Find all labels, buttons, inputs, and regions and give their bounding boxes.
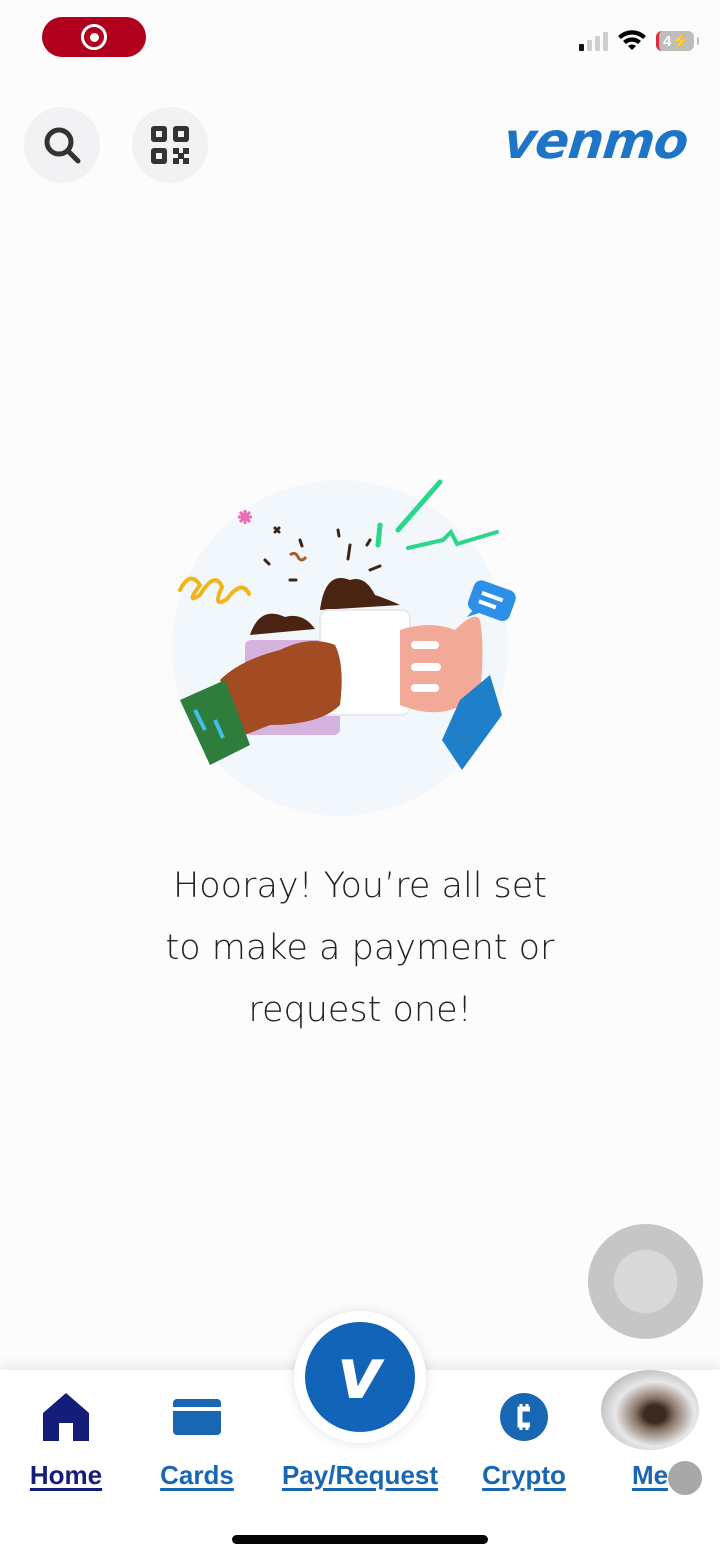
- search-icon: [44, 127, 81, 164]
- status-icons: 4 ⚡: [579, 30, 699, 52]
- battery-charging-icon: 4 ⚡: [656, 31, 699, 51]
- success-message: Hooray! You’re all set to make a payment…: [0, 855, 720, 1041]
- venmo-v-icon: v: [337, 1333, 383, 1415]
- nav-label-cards: Cards: [160, 1460, 234, 1490]
- screen-recording-icon: [81, 24, 107, 50]
- qr-code-button[interactable]: [132, 107, 208, 183]
- card-icon: [173, 1399, 221, 1435]
- charging-bolt-icon: ⚡: [671, 33, 691, 50]
- assistive-touch-button[interactable]: [588, 1224, 703, 1339]
- avatar: [601, 1370, 699, 1450]
- wifi-icon: [618, 30, 646, 50]
- nav-label-pay-request: Pay/Request: [281, 1460, 439, 1490]
- mugs-cheers-illustration: [172, 479, 516, 816]
- touch-indicator: [668, 1461, 702, 1495]
- message-line: request one!: [248, 990, 472, 1030]
- nav-item-home[interactable]: Home: [24, 1390, 108, 1491]
- home-indicator[interactable]: [232, 1535, 488, 1544]
- home-icon: [43, 1393, 89, 1441]
- venmo-logo: venmo: [501, 112, 692, 170]
- nav-item-cards[interactable]: Cards: [155, 1390, 239, 1491]
- message-line: to make a payment or: [165, 928, 555, 968]
- search-button[interactable]: [24, 107, 100, 183]
- nav-label-me: Me: [631, 1460, 669, 1490]
- battery-level: 4: [662, 32, 672, 50]
- nav-label-crypto: Crypto: [482, 1460, 566, 1490]
- nav-label-home: Home: [29, 1460, 103, 1490]
- pay-request-button[interactable]: v: [305, 1322, 415, 1432]
- screen-recording-indicator[interactable]: [42, 17, 146, 57]
- nav-item-crypto[interactable]: Crypto: [474, 1390, 574, 1491]
- crypto-icon: [500, 1393, 548, 1441]
- cellular-signal-icon: [579, 31, 608, 51]
- message-line: Hooray! You’re all set: [172, 866, 548, 906]
- qr-code-icon: [151, 126, 189, 164]
